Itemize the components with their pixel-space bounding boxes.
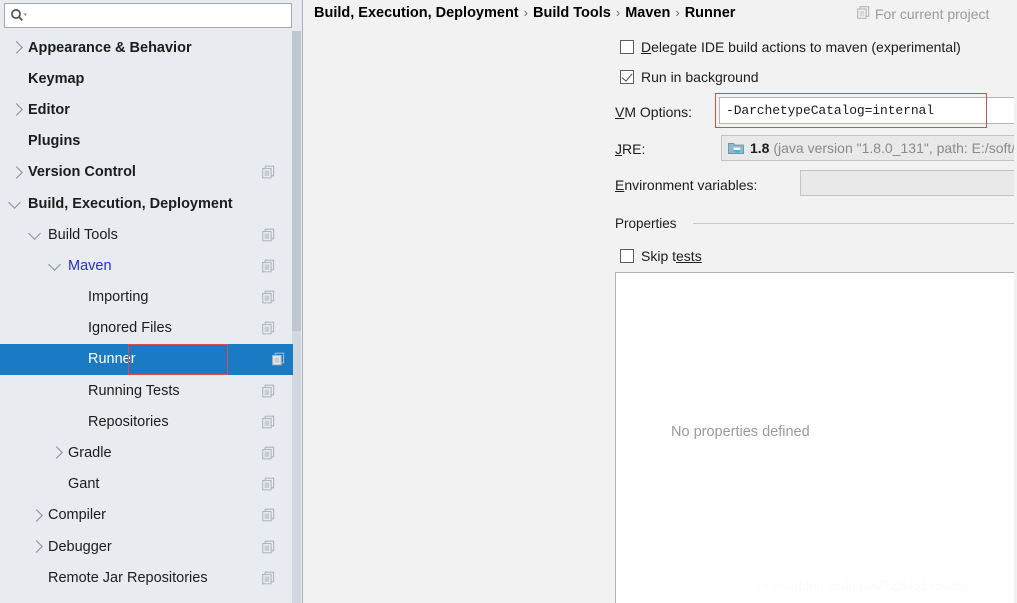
- settings-tree: Appearance & Behavior Keymap Editor Plugins…: [0, 32, 293, 603]
- sidebar-item-label: Remote Jar Repositories: [48, 569, 208, 586]
- sidebar-item-editor[interactable]: Editor: [0, 94, 293, 125]
- sidebar-item-label: Editor: [28, 101, 70, 118]
- breadcrumb-separator: ›: [615, 5, 621, 20]
- sidebar-item-label: Keymap: [28, 70, 85, 87]
- env-vars-label: Environment variables:: [615, 177, 758, 193]
- breadcrumb-part: Build, Execution, Deployment: [314, 5, 519, 21]
- delegate-ide-build-checkbox[interactable]: [620, 40, 634, 54]
- chevron-right-icon[interactable]: [30, 508, 43, 522]
- copy-icon[interactable]: [262, 290, 275, 304]
- vm-options-value: -DarchetypeCatalog=internal: [726, 103, 934, 118]
- sidebar-item-runner[interactable]: Runner: [0, 343, 293, 376]
- skip-tests-checkbox-row[interactable]: Skip tests: [620, 248, 702, 264]
- chevron-right-icon[interactable]: [10, 165, 23, 179]
- vm-options-input[interactable]: -DarchetypeCatalog=internal: [719, 97, 1017, 124]
- sidebar-item-gant[interactable]: Gant: [0, 469, 293, 500]
- copy-icon[interactable]: [272, 353, 285, 366]
- copy-icon[interactable]: [262, 540, 275, 553]
- sidebar-item-appearance-behavior[interactable]: Appearance & Behavior: [0, 32, 293, 63]
- run-in-background-checkbox[interactable]: [620, 70, 634, 84]
- copy-icon[interactable]: [262, 477, 275, 491]
- sidebar-item-compiler[interactable]: Compiler: [0, 500, 293, 531]
- settings-sidebar: Appearance & Behavior Keymap Editor Plugins…: [0, 0, 303, 603]
- search-icon: [10, 8, 27, 23]
- sidebar-item-label: Running Tests: [88, 382, 180, 399]
- chevron-down-icon[interactable]: [48, 258, 61, 272]
- copy-icon[interactable]: [262, 165, 275, 179]
- sidebar-item-label: Ignored Files: [88, 320, 172, 337]
- copy-icon[interactable]: [262, 321, 275, 335]
- search-input[interactable]: [29, 6, 284, 25]
- copy-icon[interactable]: [262, 446, 275, 460]
- sidebar-item-label: Plugins: [28, 133, 81, 150]
- breadcrumb: Build, Execution, Deployment › Build Tools…: [314, 5, 735, 21]
- jre-label: JRE:: [615, 141, 646, 157]
- sidebar-item-maven[interactable]: Maven: [0, 250, 293, 281]
- sidebar-item-importing[interactable]: Importing: [0, 282, 293, 313]
- chevron-right-icon[interactable]: [30, 540, 43, 553]
- chevron-right-icon[interactable]: [50, 446, 63, 460]
- chevron-right-icon[interactable]: [10, 41, 23, 54]
- sidebar-item-label: Compiler: [48, 507, 107, 524]
- breadcrumb-separator: ›: [675, 5, 680, 20]
- chevron-down-icon[interactable]: [8, 196, 21, 209]
- sidebar-item-label: Version Control: [28, 164, 136, 181]
- sidebar-item-ignored-files[interactable]: Ignored Files: [0, 313, 293, 344]
- copy-icon[interactable]: [262, 571, 275, 585]
- scope-label: For current project: [875, 6, 990, 22]
- delegate-ide-build-label: Delegate IDE build actions to maven (exp…: [641, 39, 961, 55]
- copy-icon[interactable]: [262, 415, 275, 429]
- jre-value: 1.8 (java version "1.8.0_131", path: E:/…: [750, 140, 1017, 156]
- sidebar-item-label: Gradle: [68, 445, 112, 462]
- sidebar-item-label: Debugger: [48, 538, 112, 555]
- sidebar-item-label: Repositories: [88, 413, 169, 430]
- settings-dialog: Appearance & Behavior Keymap Editor Plugins…: [0, 0, 1017, 603]
- sidebar-item-keymap[interactable]: Keymap: [0, 63, 293, 94]
- sidebar-item-repositories[interactable]: Repositories: [0, 406, 293, 437]
- sidebar-item-plugins[interactable]: Plugins: [0, 126, 293, 157]
- vm-options-label: VM Options:: [615, 104, 693, 120]
- run-in-background-checkbox-row[interactable]: Run in background: [620, 69, 759, 85]
- sidebar-item-debugger[interactable]: Debugger: [0, 531, 293, 562]
- chevron-right-icon[interactable]: [10, 103, 23, 117]
- sidebar-item-build-tools[interactable]: Build Tools: [0, 219, 293, 250]
- breadcrumb-part: Runner: [684, 5, 736, 21]
- sidebar-item-remote-jar-repositories[interactable]: Remote Jar Repositories: [0, 562, 293, 593]
- sidebar-scrollbar-thumb[interactable]: [292, 31, 301, 331]
- copy-icon[interactable]: [262, 384, 275, 398]
- sidebar-item-label: Build, Execution, Deployment: [28, 195, 233, 212]
- properties-section-divider: [693, 223, 1017, 224]
- jdk-folder-icon: [722, 141, 745, 155]
- copy-icon[interactable]: [262, 259, 275, 273]
- sidebar-item-label: Appearance & Behavior: [28, 39, 192, 56]
- env-vars-input[interactable]: [800, 170, 1017, 196]
- skip-tests-checkbox[interactable]: [620, 249, 634, 263]
- sidebar-item-gradle[interactable]: Gradle: [0, 437, 293, 468]
- properties-empty-message: No properties defined: [671, 424, 810, 440]
- sidebar-item-label: Runner: [88, 351, 136, 368]
- sidebar-item-label: Importing: [88, 289, 149, 306]
- sidebar-item-label: Maven: [68, 257, 112, 274]
- sidebar-item-running-tests[interactable]: Running Tests: [0, 375, 293, 406]
- jre-selector[interactable]: 1.8 (java version "1.8.0_131", path: E:/…: [721, 135, 1017, 161]
- watermark: https://blog.csdn.net/TZ845195485: [758, 578, 966, 593]
- copy-icon[interactable]: [262, 228, 275, 242]
- properties-section-title: Properties: [615, 216, 677, 231]
- delegate-ide-build-checkbox-row[interactable]: Delegate IDE build actions to maven (exp…: [620, 39, 961, 55]
- breadcrumb-part: Build Tools: [532, 5, 611, 21]
- sidebar-item-label: Build Tools: [48, 226, 118, 243]
- chevron-down-icon[interactable]: [28, 227, 41, 240]
- skip-tests-label: Skip tests: [641, 248, 702, 264]
- run-in-background-label: Run in background: [641, 69, 759, 85]
- breadcrumb-separator: ›: [523, 5, 528, 20]
- copy-icon[interactable]: [262, 509, 275, 522]
- sidebar-item-version-control[interactable]: Version Control: [0, 157, 293, 188]
- sidebar-item-label: Gant: [68, 476, 100, 493]
- search-box[interactable]: [4, 3, 292, 28]
- copy-icon: [857, 6, 870, 22]
- sidebar-item-build-execution-deployment[interactable]: Build, Execution, Deployment: [0, 188, 293, 219]
- settings-main-panel: Build, Execution, Deployment › Build Tools…: [303, 0, 1017, 603]
- scope-indicator: For current project: [857, 6, 989, 22]
- breadcrumb-part: Maven: [625, 5, 671, 21]
